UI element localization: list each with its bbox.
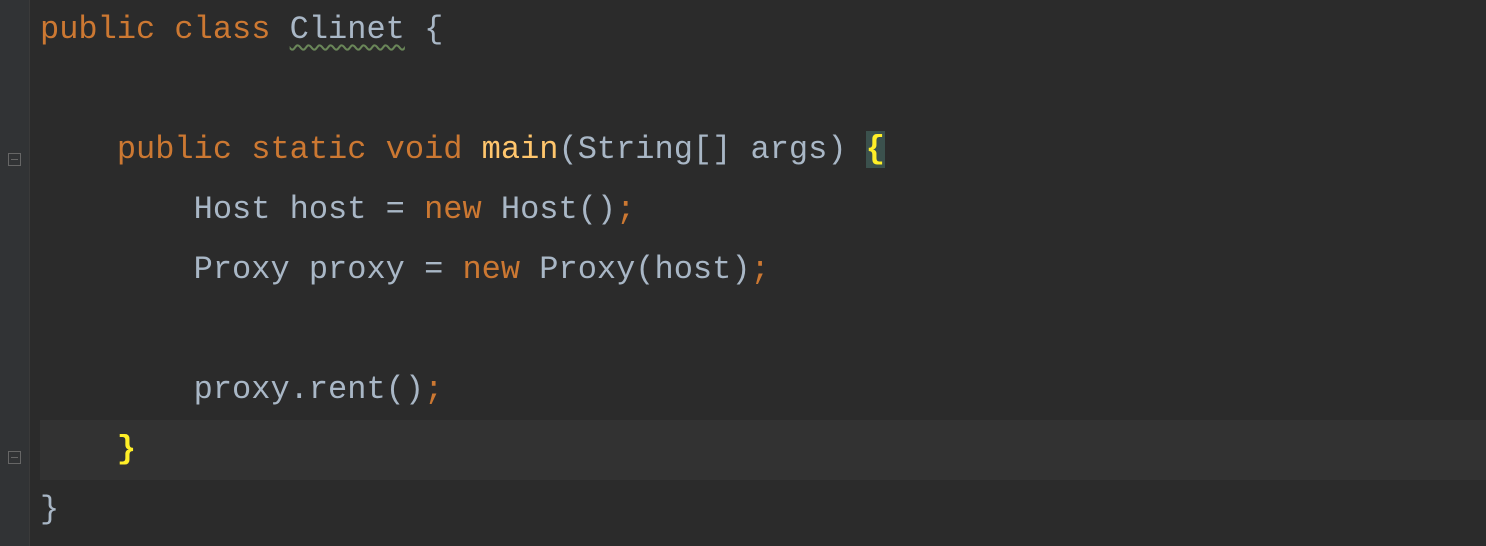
ctor-proxy-close: ) bbox=[731, 251, 750, 288]
paren-close: ) bbox=[827, 131, 846, 168]
var-host: host bbox=[290, 191, 367, 228]
method-call-rent: rent() bbox=[309, 371, 424, 408]
type-host: Host bbox=[194, 191, 271, 228]
code-line-8-current: } bbox=[40, 420, 1486, 480]
brace-open: { bbox=[424, 11, 443, 48]
dot: . bbox=[290, 371, 309, 408]
type-proxy: Proxy bbox=[194, 251, 290, 288]
keyword-public: public bbox=[117, 131, 232, 168]
keyword-public: public bbox=[40, 11, 155, 48]
code-line-3: public static void main(String[] args) { bbox=[40, 120, 1486, 180]
keyword-new: new bbox=[424, 191, 482, 228]
code-line-1: public class Clinet { bbox=[40, 0, 1486, 60]
equals: = bbox=[386, 191, 405, 228]
ctor-proxy-open: Proxy( bbox=[539, 251, 654, 288]
code-line-9: } bbox=[40, 480, 1486, 540]
ctor-arg-host: host bbox=[655, 251, 732, 288]
method-name-main: main bbox=[482, 131, 559, 168]
keyword-new: new bbox=[462, 251, 520, 288]
param-name: args bbox=[751, 131, 828, 168]
fold-collapse-icon[interactable] bbox=[8, 448, 21, 475]
keyword-class: class bbox=[174, 11, 270, 48]
editor-gutter bbox=[0, 0, 30, 546]
semicolon: ; bbox=[616, 191, 635, 228]
code-line-7: proxy.rent(); bbox=[40, 360, 1486, 420]
param-type: String[] bbox=[578, 131, 732, 168]
fold-collapse-icon[interactable] bbox=[8, 150, 21, 177]
keyword-void: void bbox=[386, 131, 463, 168]
brace-close-highlighted: } bbox=[117, 431, 136, 468]
equals: = bbox=[424, 251, 443, 288]
ctor-host: Host() bbox=[501, 191, 616, 228]
paren-open: ( bbox=[558, 131, 577, 168]
class-name-typo: Clinet bbox=[290, 11, 405, 48]
blank-line bbox=[40, 60, 1486, 120]
semicolon: ; bbox=[751, 251, 770, 288]
keyword-static: static bbox=[251, 131, 366, 168]
brace-open-highlighted: { bbox=[866, 131, 885, 168]
brace-close: } bbox=[40, 491, 59, 528]
blank-line bbox=[40, 300, 1486, 360]
code-line-4: Host host = new Host(); bbox=[40, 180, 1486, 240]
code-editor[interactable]: public class Clinet { public static void… bbox=[30, 0, 1486, 546]
obj-proxy: proxy bbox=[194, 371, 290, 408]
var-proxy: proxy bbox=[309, 251, 405, 288]
semicolon: ; bbox=[424, 371, 443, 408]
code-line-5: Proxy proxy = new Proxy(host); bbox=[40, 240, 1486, 300]
